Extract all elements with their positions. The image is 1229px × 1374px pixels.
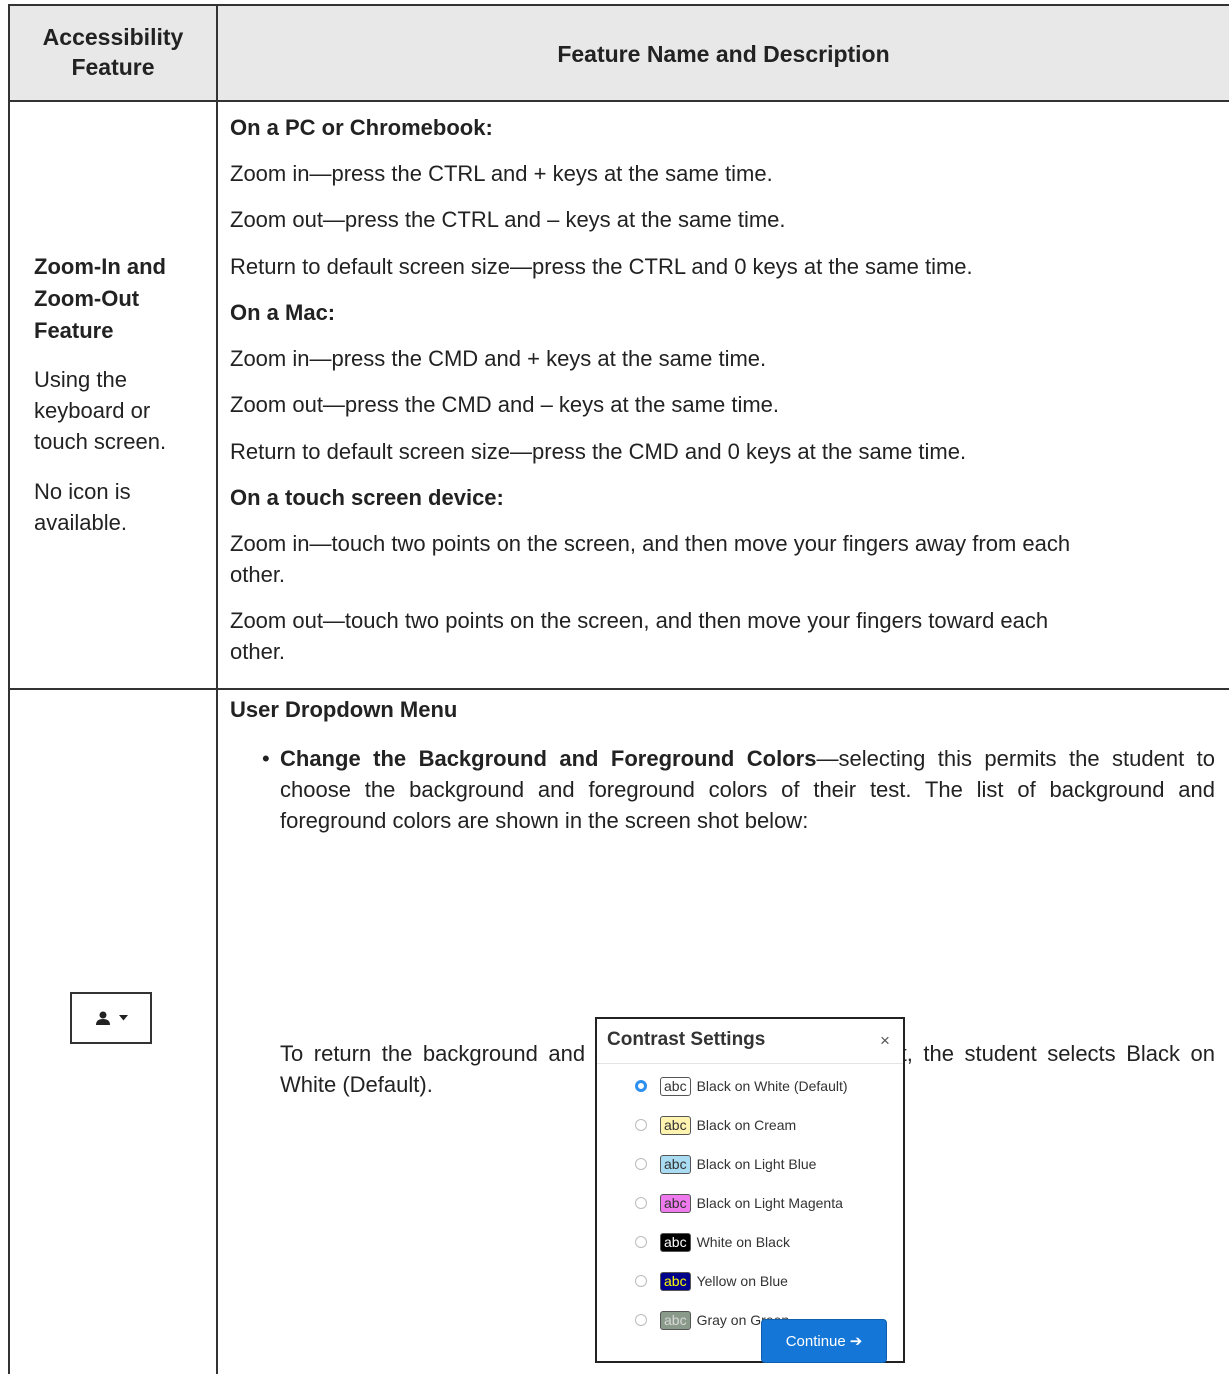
column-divider	[216, 4, 218, 1374]
arrow-right-icon: ➔	[849, 1333, 863, 1350]
touch-zoom-in-line1: Zoom in—touch two points on the screen, …	[230, 531, 1071, 556]
caret-down-icon	[118, 1015, 128, 1021]
header-feature-name-description: Feature Name and Description	[557, 41, 890, 67]
touch-zoom-out-line2: other.	[230, 639, 286, 664]
dialog-title: Contrast Settings	[607, 1029, 766, 1050]
row-divider	[8, 688, 1229, 690]
mac-heading: On a Mac:	[230, 300, 336, 325]
abc-swatch: abc	[660, 1232, 691, 1252]
contrast-option[interactable]: abc Black on Cream	[635, 1114, 796, 1136]
abc-swatch: abc	[660, 1310, 691, 1330]
radio-button[interactable]	[635, 1314, 647, 1326]
contrast-option[interactable]: abc Black on Light Blue	[635, 1153, 816, 1175]
table-border-top	[8, 4, 1229, 6]
mac-zoom-in: Zoom in—press the CMD and + keys at the …	[230, 346, 767, 371]
contrast-option-label: Black on White (Default)	[696, 1078, 848, 1094]
contrast-option[interactable]: abc Yellow on Blue	[635, 1270, 788, 1292]
contrast-option-label: Yellow on Blue	[696, 1273, 788, 1289]
touch-heading: On a touch screen device:	[230, 485, 504, 510]
zoom-feature-description: Using the keyboard or touch screen.	[34, 367, 167, 454]
contrast-settings-dialog: Contrast Settings × abc Black on White (D…	[595, 1017, 905, 1363]
contrast-option-label: Black on Cream	[696, 1117, 797, 1133]
abc-swatch: abc	[660, 1271, 691, 1291]
header-accessibility-feature: Accessibility Feature	[42, 24, 184, 80]
radio-button[interactable]	[635, 1158, 647, 1170]
pc-heading: On a PC or Chromebook:	[230, 115, 493, 140]
mac-zoom-out: Zoom out—press the CMD and – keys at the…	[230, 392, 780, 417]
contrast-description: Change the Background and Foreground Col…	[280, 743, 1215, 836]
pc-zoom-in: Zoom in—press the CTRL and + keys at the…	[230, 161, 773, 186]
contrast-option-label: Black on Light Magenta	[696, 1195, 843, 1211]
user-dropdown-heading: User Dropdown Menu	[230, 697, 458, 722]
contrast-option[interactable]: abc Black on Light Magenta	[635, 1192, 843, 1214]
radio-button[interactable]	[635, 1275, 647, 1287]
continue-label: Continue	[785, 1332, 846, 1350]
radio-button[interactable]	[635, 1119, 647, 1131]
radio-button[interactable]	[635, 1080, 647, 1092]
zoom-feature-title: Zoom-In and Zoom-Out Feature	[34, 254, 166, 343]
header-divider	[8, 100, 1229, 102]
pc-zoom-out: Zoom out—press the CTRL and – keys at th…	[230, 207, 786, 232]
abc-swatch: abc	[660, 1154, 691, 1174]
table-border-left	[8, 4, 10, 1374]
abc-swatch: abc	[660, 1193, 691, 1213]
contrast-feature-name: Change the Background and Foreground Col…	[280, 746, 817, 771]
user-dropdown-button[interactable]	[70, 992, 152, 1044]
continue-button[interactable]: Continue ➔	[761, 1319, 887, 1363]
zoom-no-icon-note: No icon is available.	[34, 479, 131, 535]
radio-button[interactable]	[635, 1236, 647, 1248]
bullet-icon: •	[262, 746, 270, 771]
dialog-divider	[597, 1063, 903, 1064]
abc-swatch: abc	[660, 1076, 691, 1096]
close-icon[interactable]: ×	[880, 1031, 890, 1051]
mac-default: Return to default screen size—press the …	[230, 439, 967, 464]
touch-zoom-out-line1: Zoom out—touch two points on the screen,…	[230, 608, 1049, 633]
user-icon	[95, 1011, 110, 1025]
pc-default: Return to default screen size—press the …	[230, 254, 973, 279]
contrast-option-label: White on Black	[696, 1234, 790, 1250]
abc-swatch: abc	[660, 1115, 691, 1135]
radio-button[interactable]	[635, 1197, 647, 1209]
contrast-option-label: Black on Light Blue	[696, 1156, 817, 1172]
touch-zoom-in-line2: other.	[230, 562, 286, 587]
contrast-option[interactable]: abc White on Black	[635, 1231, 790, 1253]
contrast-option[interactable]: abc Black on White (Default)	[635, 1075, 848, 1097]
